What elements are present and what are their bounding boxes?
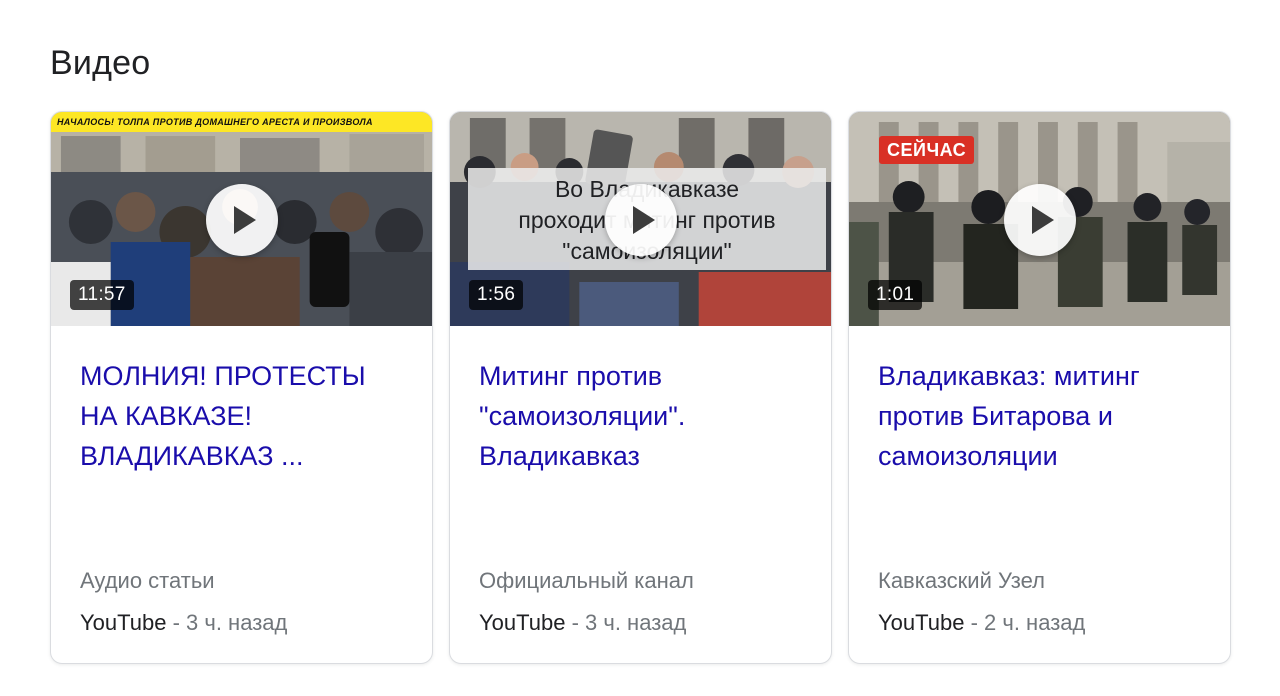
title-line: "самоизоляции". [479, 401, 686, 431]
video-age: 2 ч. назад [984, 610, 1086, 635]
video-source: Аудио статьи [80, 568, 215, 593]
meta-separator: - [166, 610, 187, 635]
video-duration: 1:56 [469, 280, 524, 310]
video-age: 3 ч. назад [186, 610, 288, 635]
video-title-link[interactable]: Владикавказ: митинг против Битарова и са… [878, 356, 1208, 476]
video-platform: YouTube [479, 610, 566, 635]
video-card[interactable]: НАЧАЛОСЬ! ТОЛПА ПРОТИВ ДОМАШНЕГО АРЕСТА … [50, 111, 433, 664]
meta-separator: - [964, 610, 985, 635]
play-button[interactable] [604, 184, 677, 256]
title-line: ВЛАДИКАВКАЗ ... [80, 441, 304, 471]
video-title-link[interactable]: Митинг против "самоизоляции". Владикавка… [479, 356, 809, 476]
video-thumbnail[interactable]: НАЧАЛОСЬ! ТОЛПА ПРОТИВ ДОМАШНЕГО АРЕСТА … [51, 112, 432, 326]
video-meta: YouTube - 2 ч. назад [878, 610, 1085, 636]
title-line: Митинг против [479, 361, 663, 391]
play-button[interactable] [1003, 184, 1076, 256]
video-title-link[interactable]: МОЛНИЯ! ПРОТЕСТЫ НА КАВКАЗЕ! ВЛАДИКАВКАЗ… [80, 356, 410, 476]
video-card[interactable]: СЕЙЧАС 1:01 Владикавказ: митинг против Б… [848, 111, 1231, 664]
title-line: НА КАВКАЗЕ! [80, 401, 253, 431]
video-duration: 11:57 [70, 280, 134, 310]
play-icon [632, 206, 655, 234]
play-icon [1031, 206, 1054, 234]
title-line: Владикавказ [479, 441, 640, 471]
video-thumbnail[interactable]: Во Владикавказе проходит митинг против "… [450, 112, 831, 326]
video-platform: YouTube [80, 610, 167, 635]
video-platform: YouTube [878, 610, 965, 635]
play-icon [233, 206, 256, 234]
video-thumbnail[interactable]: СЕЙЧАС 1:01 [849, 112, 1230, 326]
video-meta: YouTube - 3 ч. назад [80, 610, 287, 636]
video-age: 3 ч. назад [585, 610, 687, 635]
section-title: Видео [50, 44, 151, 82]
meta-separator: - [565, 610, 586, 635]
title-line: против Битарова и [878, 401, 1113, 431]
title-line: Владикавказ: митинг [878, 361, 1140, 391]
video-meta: YouTube - 3 ч. назад [479, 610, 686, 636]
video-source: Официальный канал [479, 568, 694, 593]
video-duration: 1:01 [868, 280, 923, 310]
video-carousel: НАЧАЛОСЬ! ТОЛПА ПРОТИВ ДОМАШНЕГО АРЕСТА … [50, 111, 1232, 665]
video-source: Кавказский Узел [878, 568, 1045, 593]
title-line: самоизоляции [878, 441, 1058, 471]
video-card[interactable]: Во Владикавказе проходит митинг против "… [449, 111, 832, 664]
title-line: МОЛНИЯ! ПРОТЕСТЫ [80, 361, 366, 391]
live-badge: СЕЙЧАС [879, 136, 975, 164]
play-button[interactable] [205, 184, 278, 256]
thumbnail-banner: НАЧАЛОСЬ! ТОЛПА ПРОТИВ ДОМАШНЕГО АРЕСТА … [51, 112, 432, 132]
